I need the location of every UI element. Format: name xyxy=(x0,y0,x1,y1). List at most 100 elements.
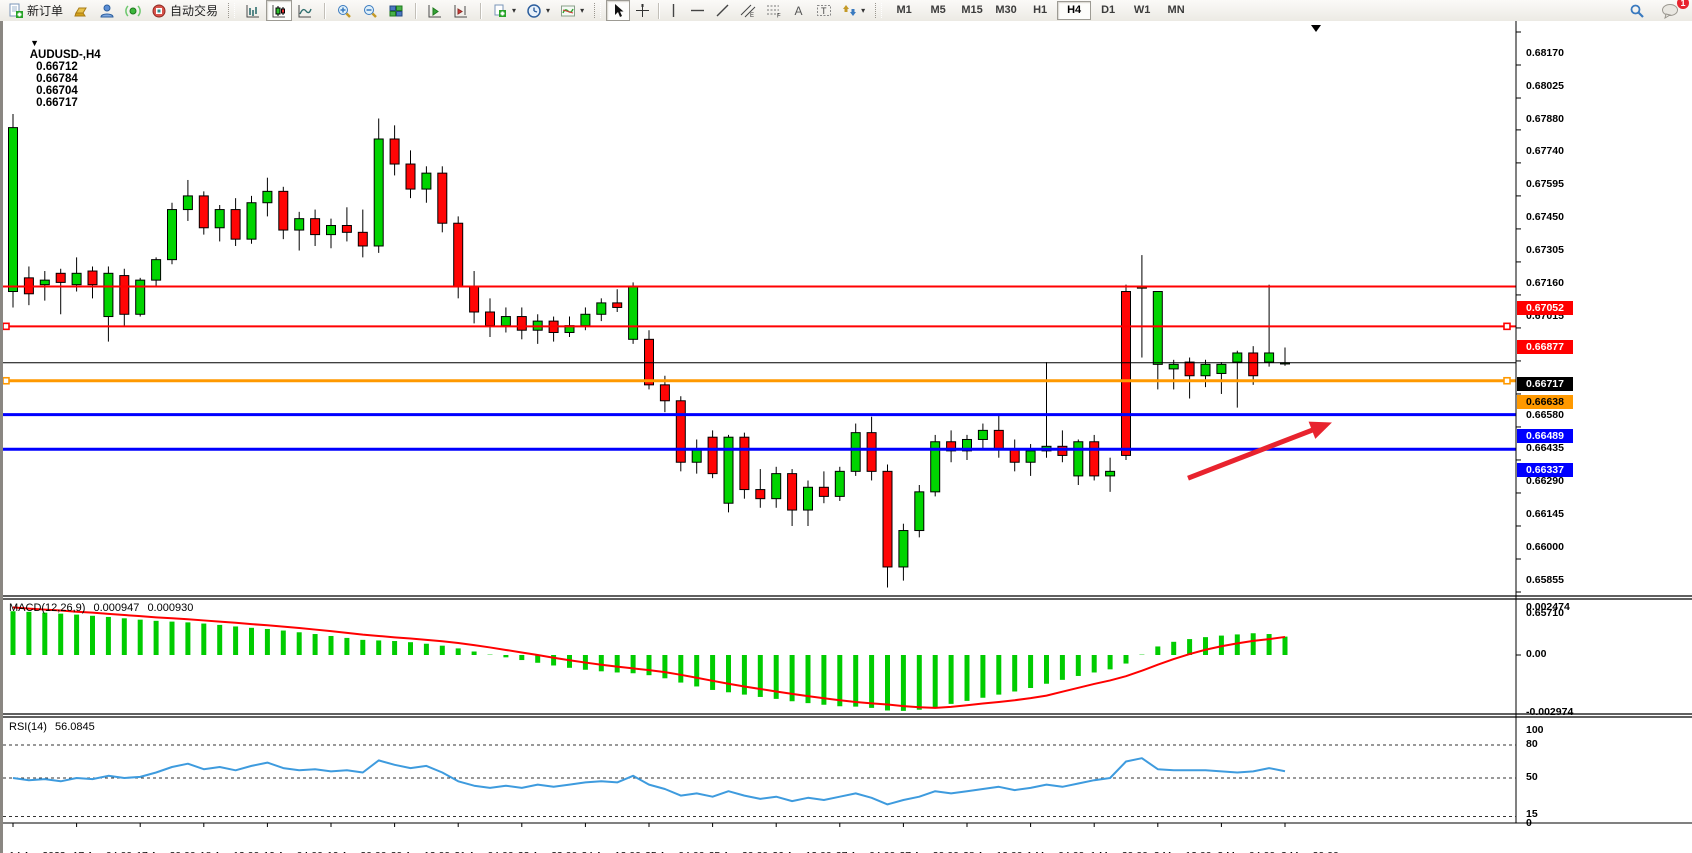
toolbar-separator xyxy=(480,3,481,19)
price-tick-label: 0.66435 xyxy=(1526,442,1564,454)
candle-bull xyxy=(1265,353,1274,362)
clock-icon xyxy=(526,3,542,19)
timeframe-button-m15[interactable]: M15 xyxy=(955,1,989,20)
chat-notification-badge: 1 xyxy=(1677,0,1689,9)
candle-bear xyxy=(231,210,240,240)
timeframe-button-h1[interactable]: H1 xyxy=(1023,1,1057,20)
collapse-caret-icon[interactable]: ▼ xyxy=(30,38,39,48)
indicators-button[interactable]: ▾ xyxy=(555,0,589,21)
community-button[interactable] xyxy=(94,0,120,21)
candle-bear xyxy=(708,437,717,473)
toolbar-gripper xyxy=(228,3,235,18)
tile-windows-button[interactable] xyxy=(383,0,409,21)
toolbar-group-chart-type xyxy=(237,0,321,21)
line-drag-handle[interactable] xyxy=(1504,378,1510,384)
candlestick-chart-button[interactable] xyxy=(266,0,292,21)
candle-bull xyxy=(1106,471,1115,476)
candle-bull xyxy=(40,280,49,285)
equidistant-channel-icon: E xyxy=(740,3,756,18)
horizontal-line-icon xyxy=(690,4,705,17)
candle-bear xyxy=(358,232,367,246)
line-drag-handle[interactable] xyxy=(1504,323,1510,329)
ohlc-high: 0.66784 xyxy=(36,73,78,85)
timeframe-button-m30[interactable]: M30 xyxy=(989,1,1023,20)
line-drag-handle[interactable] xyxy=(3,378,9,384)
candle-bear xyxy=(1090,442,1099,476)
auto-trading-icon xyxy=(151,3,167,19)
candle-bear xyxy=(199,196,208,228)
timeframe-button-d1[interactable]: D1 xyxy=(1091,1,1125,20)
candle-bull xyxy=(263,191,272,202)
horizontal-line-button[interactable] xyxy=(685,0,710,21)
text-label-button[interactable]: T xyxy=(811,0,837,21)
channel-button[interactable]: E xyxy=(735,0,761,21)
bar-chart-icon xyxy=(245,3,261,19)
signals-button[interactable] xyxy=(120,0,146,21)
bar-chart-button[interactable] xyxy=(240,0,266,21)
new-order-button[interactable]: 新订单 xyxy=(3,0,68,21)
candle-bull xyxy=(501,317,510,326)
candlestick-chart-icon xyxy=(271,3,287,19)
candle-bear xyxy=(486,312,495,326)
chat-button[interactable]: 1 xyxy=(1656,0,1684,21)
period-button[interactable]: ▾ xyxy=(521,0,555,21)
line-chart-button[interactable] xyxy=(292,0,318,21)
timeframe-button-h4[interactable]: H4 xyxy=(1057,1,1091,20)
text-label-icon: T xyxy=(816,3,832,18)
text-button[interactable]: A xyxy=(787,0,811,21)
auto-trading-button[interactable]: 自动交易 xyxy=(146,0,223,21)
candle-bear xyxy=(342,225,351,232)
price-tick-label: 0.68025 xyxy=(1526,80,1564,92)
timeframe-button-w1[interactable]: W1 xyxy=(1125,1,1159,20)
line-drag-handle[interactable] xyxy=(3,323,9,329)
new-order-icon xyxy=(8,3,24,19)
vertical-line-button[interactable] xyxy=(662,0,685,21)
timeframe-button-m5[interactable]: M5 xyxy=(921,1,955,20)
auto-scroll-icon xyxy=(427,3,443,19)
svg-text:F: F xyxy=(777,14,781,19)
crosshair-icon xyxy=(635,3,650,18)
market-watch-button[interactable] xyxy=(68,0,94,21)
candle-bull xyxy=(104,273,113,316)
candle-bull xyxy=(597,303,606,314)
chevron-down-icon: ▾ xyxy=(861,6,865,15)
chart-shift-button[interactable] xyxy=(448,0,474,21)
macd-label: MACD(12,26,9) 0.000947 0.000930 xyxy=(9,602,193,614)
candle-bull xyxy=(374,139,383,246)
candle-bull xyxy=(724,437,733,503)
price-tick-label: 0.65855 xyxy=(1526,574,1564,586)
templates-button[interactable]: ▾ xyxy=(487,0,521,21)
fibonacci-button[interactable]: F xyxy=(761,0,787,21)
tile-windows-icon xyxy=(388,3,404,19)
zoom-out-button[interactable] xyxy=(357,0,383,21)
annotation-arrow-head[interactable] xyxy=(1309,422,1332,439)
price-tick-label: 0.67595 xyxy=(1526,178,1564,190)
chat-bubble-icon xyxy=(1661,3,1679,19)
candle-bear xyxy=(56,273,65,282)
arrows-button[interactable]: ▾ xyxy=(837,0,870,21)
chart-shift-marker[interactable] xyxy=(1311,25,1321,32)
trendline-button[interactable] xyxy=(710,0,735,21)
zoom-in-button[interactable] xyxy=(331,0,357,21)
candle-bull xyxy=(1026,451,1035,462)
price-level-badge: 0.66337 xyxy=(1517,463,1573,477)
crosshair-button[interactable] xyxy=(630,0,655,21)
price-tick-label: 0.66580 xyxy=(1526,409,1564,421)
chart-symbol-period: AUDUSD-,H4 xyxy=(30,49,101,61)
auto-trading-label: 自动交易 xyxy=(170,2,218,19)
timeframe-button-m1[interactable]: M1 xyxy=(887,1,921,20)
chevron-down-icon: ▾ xyxy=(546,6,550,15)
candle-bear xyxy=(740,437,749,489)
toolbar-separator xyxy=(324,3,325,19)
search-button[interactable] xyxy=(1624,0,1650,21)
timeframe-button-mn[interactable]: MN xyxy=(1159,1,1193,20)
cursor-button[interactable] xyxy=(606,0,630,21)
candle-bear xyxy=(660,385,669,401)
macd-axis-min: -0.002974 xyxy=(1526,706,1573,718)
vertical-line-icon xyxy=(667,3,680,18)
candle-bull xyxy=(72,273,81,284)
auto-scroll-button[interactable] xyxy=(422,0,448,21)
price-tick-label: 0.65710 xyxy=(1526,607,1564,619)
candle-bear xyxy=(406,164,415,189)
annotation-arrow-line[interactable] xyxy=(1188,425,1326,478)
